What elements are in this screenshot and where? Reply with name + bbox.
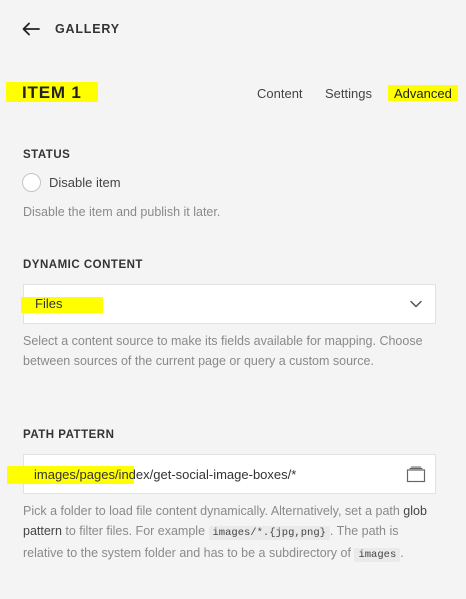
images-code: images xyxy=(354,548,401,562)
arrow-left-icon xyxy=(22,22,40,36)
status-help: Disable the item and publish it later. xyxy=(23,205,221,219)
tab-advanced[interactable]: Advanced xyxy=(394,85,452,102)
back-label: GALLERY xyxy=(55,22,120,36)
path-pattern-field[interactable] xyxy=(7,454,436,494)
chevron-down-icon xyxy=(410,300,422,308)
tab-settings[interactable]: Settings xyxy=(325,85,372,102)
path-pattern-help: Pick a folder to load file content dynam… xyxy=(23,501,428,565)
back-to-gallery[interactable]: GALLERY xyxy=(22,18,120,40)
help-text-2: to filter files. For example xyxy=(61,524,209,538)
example-code: images/*.{jpg,png} xyxy=(208,526,330,540)
tab-bar: Content Settings Advanced xyxy=(0,85,466,103)
checkbox-circle[interactable] xyxy=(22,173,41,192)
path-pattern-label: PATH PATTERN xyxy=(23,429,115,441)
help-text-1: Pick a folder to load file content dynam… xyxy=(23,504,404,518)
select-value: Files xyxy=(35,296,63,311)
help-text-4: . xyxy=(400,546,404,560)
folder-icon[interactable] xyxy=(406,466,426,483)
tab-content[interactable]: Content xyxy=(257,85,303,102)
dynamic-content-select[interactable]: Files xyxy=(21,284,436,324)
disable-item-label: Disable item xyxy=(49,175,121,190)
status-label: STATUS xyxy=(23,149,71,161)
dynamic-content-help: Select a content source to make its fiel… xyxy=(23,334,423,368)
dynamic-content-label: DYNAMIC CONTENT xyxy=(23,259,143,271)
path-pattern-input[interactable] xyxy=(34,455,394,493)
disable-item-checkbox[interactable]: Disable item xyxy=(22,173,121,192)
